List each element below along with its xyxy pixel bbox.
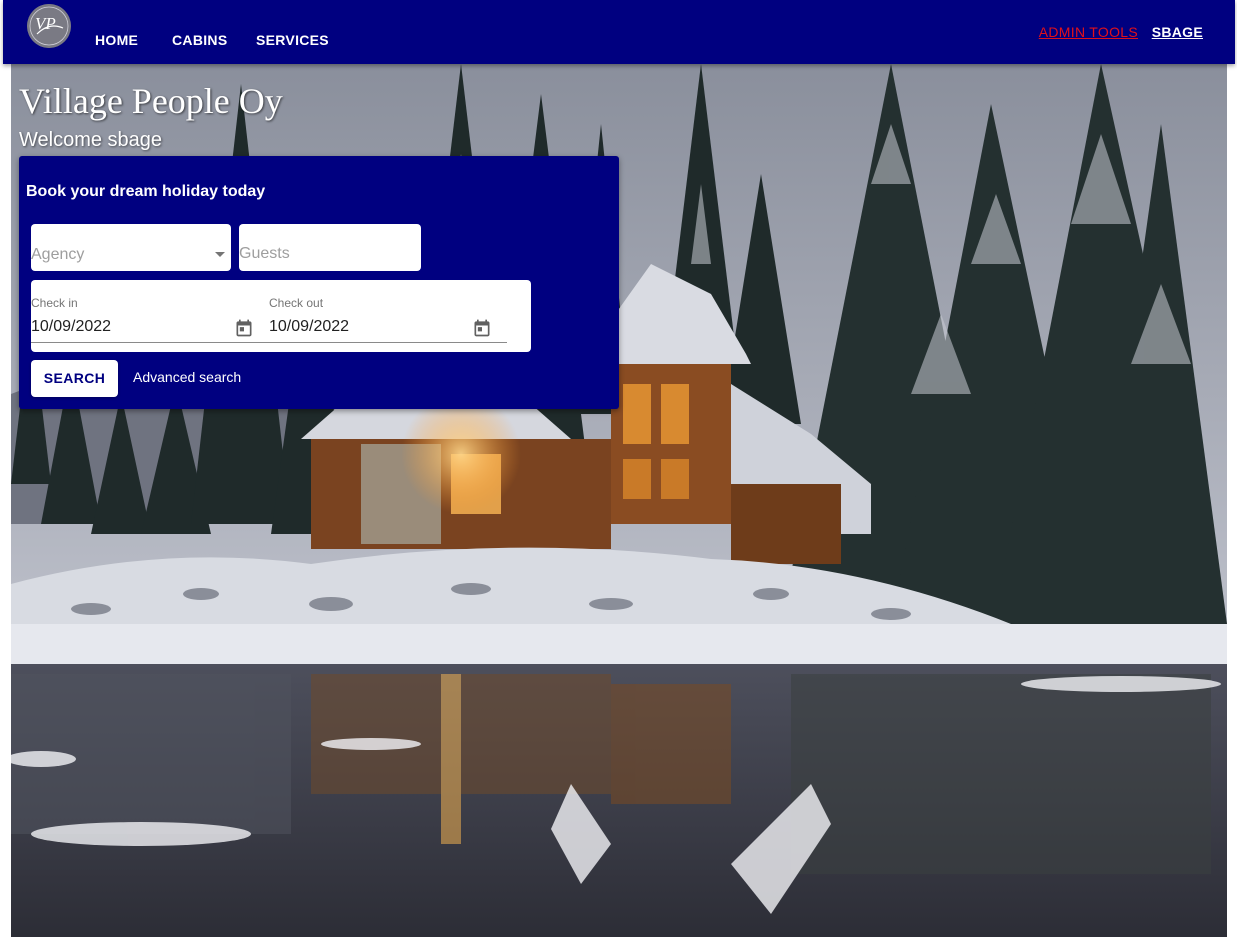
nav-home-button[interactable]: HOME xyxy=(95,32,138,48)
agency-select[interactable]: Agency xyxy=(31,224,231,271)
search-button[interactable]: SEARCH xyxy=(31,360,118,397)
page-title: Village People Oy xyxy=(19,81,283,121)
booking-form-card: Book your dream holiday today Agency Che… xyxy=(19,156,619,409)
guests-input[interactable] xyxy=(239,240,419,268)
advanced-search-link[interactable]: Advanced search xyxy=(133,369,241,385)
calendar-icon[interactable] xyxy=(472,318,492,338)
top-app-bar: VP HOME CABINS SERVICES ADMIN TOOLS SBAG… xyxy=(3,0,1235,64)
date-field-underline xyxy=(31,342,507,343)
welcome-message: Welcome sbage xyxy=(19,129,163,151)
logo-text: VP xyxy=(35,14,56,33)
agency-placeholder: Agency xyxy=(31,246,85,263)
check-out-label: Check out xyxy=(269,296,324,310)
logo-icon[interactable]: VP xyxy=(27,4,71,48)
user-menu-link[interactable]: SBAGE xyxy=(1152,24,1203,40)
dropdown-arrow-icon[interactable] xyxy=(215,252,225,257)
nav-cabins-button[interactable]: CABINS xyxy=(172,32,227,48)
admin-tools-link[interactable]: ADMIN TOOLS xyxy=(1039,24,1138,40)
check-out-value[interactable]: 10/09/2022 xyxy=(269,318,349,336)
date-range-picker: Check in 10/09/2022 Check out 10/09/2022 xyxy=(31,280,531,352)
booking-heading: Book your dream holiday today xyxy=(26,183,266,200)
check-in-label: Check in xyxy=(31,296,78,310)
calendar-icon[interactable] xyxy=(234,318,254,338)
check-in-value[interactable]: 10/09/2022 xyxy=(31,318,111,336)
guests-field-box xyxy=(239,224,421,271)
nav-services-button[interactable]: SERVICES xyxy=(256,32,329,48)
